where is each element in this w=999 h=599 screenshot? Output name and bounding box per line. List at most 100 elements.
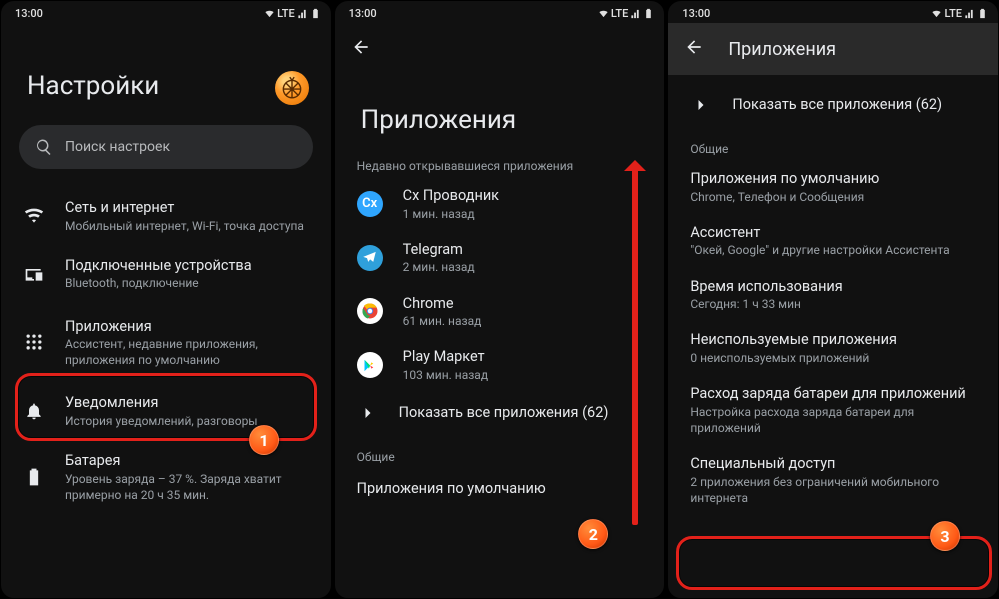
screen-settings: 13:00 LTE Настройки Поиск настроек Сеть … [0, 0, 332, 599]
item-battery[interactable]: Батарея Уровень заряда – 37 %. Заряда хв… [1, 440, 331, 514]
status-net: LTE [944, 7, 962, 20]
item-title: Ассистент [690, 223, 949, 243]
step-badge-1: 1 [249, 425, 279, 455]
status-time: 13:00 [349, 7, 377, 20]
show-all-label: Показать все приложения (62) [732, 95, 942, 115]
app-name: Chrome [403, 294, 482, 314]
telegram-icon [357, 245, 383, 271]
item-title: Время использования [690, 277, 842, 297]
item-sub: Chrome, Телефон и Сообщения [690, 189, 879, 205]
wifi-icon [598, 8, 609, 19]
chrome-icon [357, 298, 383, 324]
item-sub: Сегодня: 1 ч 33 мин [690, 296, 842, 312]
item-battery-usage[interactable]: Расход заряда батареи для приложений Нас… [668, 375, 998, 445]
status-indicators: LTE [931, 7, 988, 20]
item-special-access[interactable]: Специальный доступ 2 приложения без огра… [668, 445, 998, 515]
item-sub: "Окей, Google" и другие настройки Ассист… [690, 242, 949, 258]
item-sub: Мобильный интернет, Wi-Fi, точка доступа [65, 218, 304, 234]
scroll-up-arrow [632, 165, 638, 525]
status-bar: 13:00 LTE [335, 1, 665, 23]
item-notifications[interactable]: Уведомления История уведомлений, разгово… [1, 382, 331, 440]
chevron-right-icon [358, 403, 378, 423]
page-title: Приложения [335, 75, 665, 143]
item-title: Специальный доступ [690, 454, 976, 474]
item-network[interactable]: Сеть и интернет Мобильный интернет, Wi-F… [1, 187, 331, 245]
app-bar [335, 23, 665, 75]
app-chrome[interactable]: Chrome 61 мин. назад [335, 285, 665, 339]
item-title: Батарея [65, 451, 309, 471]
signal-icon [297, 8, 308, 19]
show-all-apps[interactable]: Показать все приложения (62) [335, 392, 665, 434]
item-default-apps[interactable]: Приложения по умолчанию [335, 468, 665, 499]
status-net: LTE [277, 7, 295, 20]
app-name: Cx Проводник [403, 186, 499, 206]
item-title: Сеть и интернет [65, 198, 304, 218]
bell-icon [24, 401, 44, 421]
item-title: Приложения по умолчанию [690, 169, 879, 189]
battery-icon [24, 467, 44, 487]
item-title: Приложения [65, 317, 309, 337]
item-unused[interactable]: Неиспользуемые приложения 0 неиспользуем… [668, 321, 998, 375]
status-indicators: LTE [264, 7, 321, 20]
signal-icon [964, 8, 975, 19]
app-bar: Приложения [668, 23, 998, 75]
item-sub: История уведомлений, разговоры [65, 413, 258, 429]
battery-icon [643, 8, 654, 19]
search-input[interactable]: Поиск настроек [19, 125, 313, 169]
app-cx[interactable]: Cx Cx Проводник 1 мин. назад [335, 177, 665, 231]
item-sub: 0 неиспользуемых приложений [690, 350, 897, 366]
item-title: Расход заряда батареи для приложений [690, 384, 976, 404]
wifi-icon [931, 8, 942, 19]
app-telegram[interactable]: Telegram 2 мин. назад [335, 231, 665, 285]
search-icon [35, 138, 53, 156]
wifi-icon [264, 8, 275, 19]
item-usage[interactable]: Время использования Сегодня: 1 ч 33 мин [668, 268, 998, 322]
back-button[interactable] [684, 37, 704, 61]
show-all-apps[interactable]: Показать все приложения (62) [668, 75, 998, 126]
status-indicators: LTE [598, 7, 655, 20]
app-bar-title: Приложения [728, 39, 836, 60]
signal-icon [630, 8, 641, 19]
arrow-back-icon [351, 37, 371, 57]
item-sub: Настройка расхода заряда батареи для при… [690, 404, 976, 436]
item-title: Приложения по умолчанию [357, 479, 546, 499]
battery-icon [977, 8, 988, 19]
item-assistant[interactable]: Ассистент "Окей, Google" и другие настро… [668, 214, 998, 268]
section-general: Общие [335, 434, 665, 468]
item-sub: 2 приложения без ограничений мобильного … [690, 474, 976, 506]
item-title: Уведомления [65, 393, 258, 413]
item-apps[interactable]: Приложения Ассистент, недавние приложени… [1, 303, 331, 383]
step-badge-2: 2 [578, 519, 608, 549]
item-sub: Bluetooth, подключение [65, 275, 252, 291]
app-time: 1 мин. назад [403, 206, 499, 222]
battery-icon [310, 8, 321, 19]
status-time: 13:00 [682, 7, 710, 20]
app-play[interactable]: Play Маркет 103 мин. назад [335, 338, 665, 392]
avatar[interactable] [275, 71, 309, 105]
step-badge-3: 3 [930, 521, 960, 551]
devices-icon [24, 264, 44, 284]
chevron-right-icon [691, 95, 711, 115]
item-connected[interactable]: Подключенные устройства Bluetooth, подкл… [1, 245, 331, 303]
app-time: 103 мин. назад [403, 367, 488, 383]
app-name: Play Маркет [403, 347, 488, 367]
wifi-icon [24, 206, 44, 226]
app-time: 61 мин. назад [403, 313, 482, 329]
play-icon [357, 352, 383, 378]
apps-icon [24, 332, 44, 352]
app-time: 2 мин. назад [403, 259, 475, 275]
status-bar: 13:00 LTE [668, 1, 998, 23]
item-default-apps[interactable]: Приложения по умолчанию Chrome, Телефон … [668, 160, 998, 214]
back-button[interactable] [351, 37, 371, 61]
app-name: Telegram [403, 240, 475, 260]
show-all-label: Показать все приложения (62) [399, 403, 609, 423]
orange-icon [279, 75, 305, 101]
status-bar: 13:00 LTE [1, 1, 331, 23]
status-time: 13:00 [15, 7, 43, 20]
section-recent: Недавно открывавшиеся приложения [335, 143, 665, 177]
section-general: Общие [668, 126, 998, 160]
search-placeholder: Поиск настроек [65, 139, 170, 155]
arrow-back-icon [684, 37, 704, 57]
screen-apps-scrolled: 13:00 LTE Приложения Показать все прилож… [667, 0, 999, 599]
cx-icon: Cx [357, 191, 383, 217]
